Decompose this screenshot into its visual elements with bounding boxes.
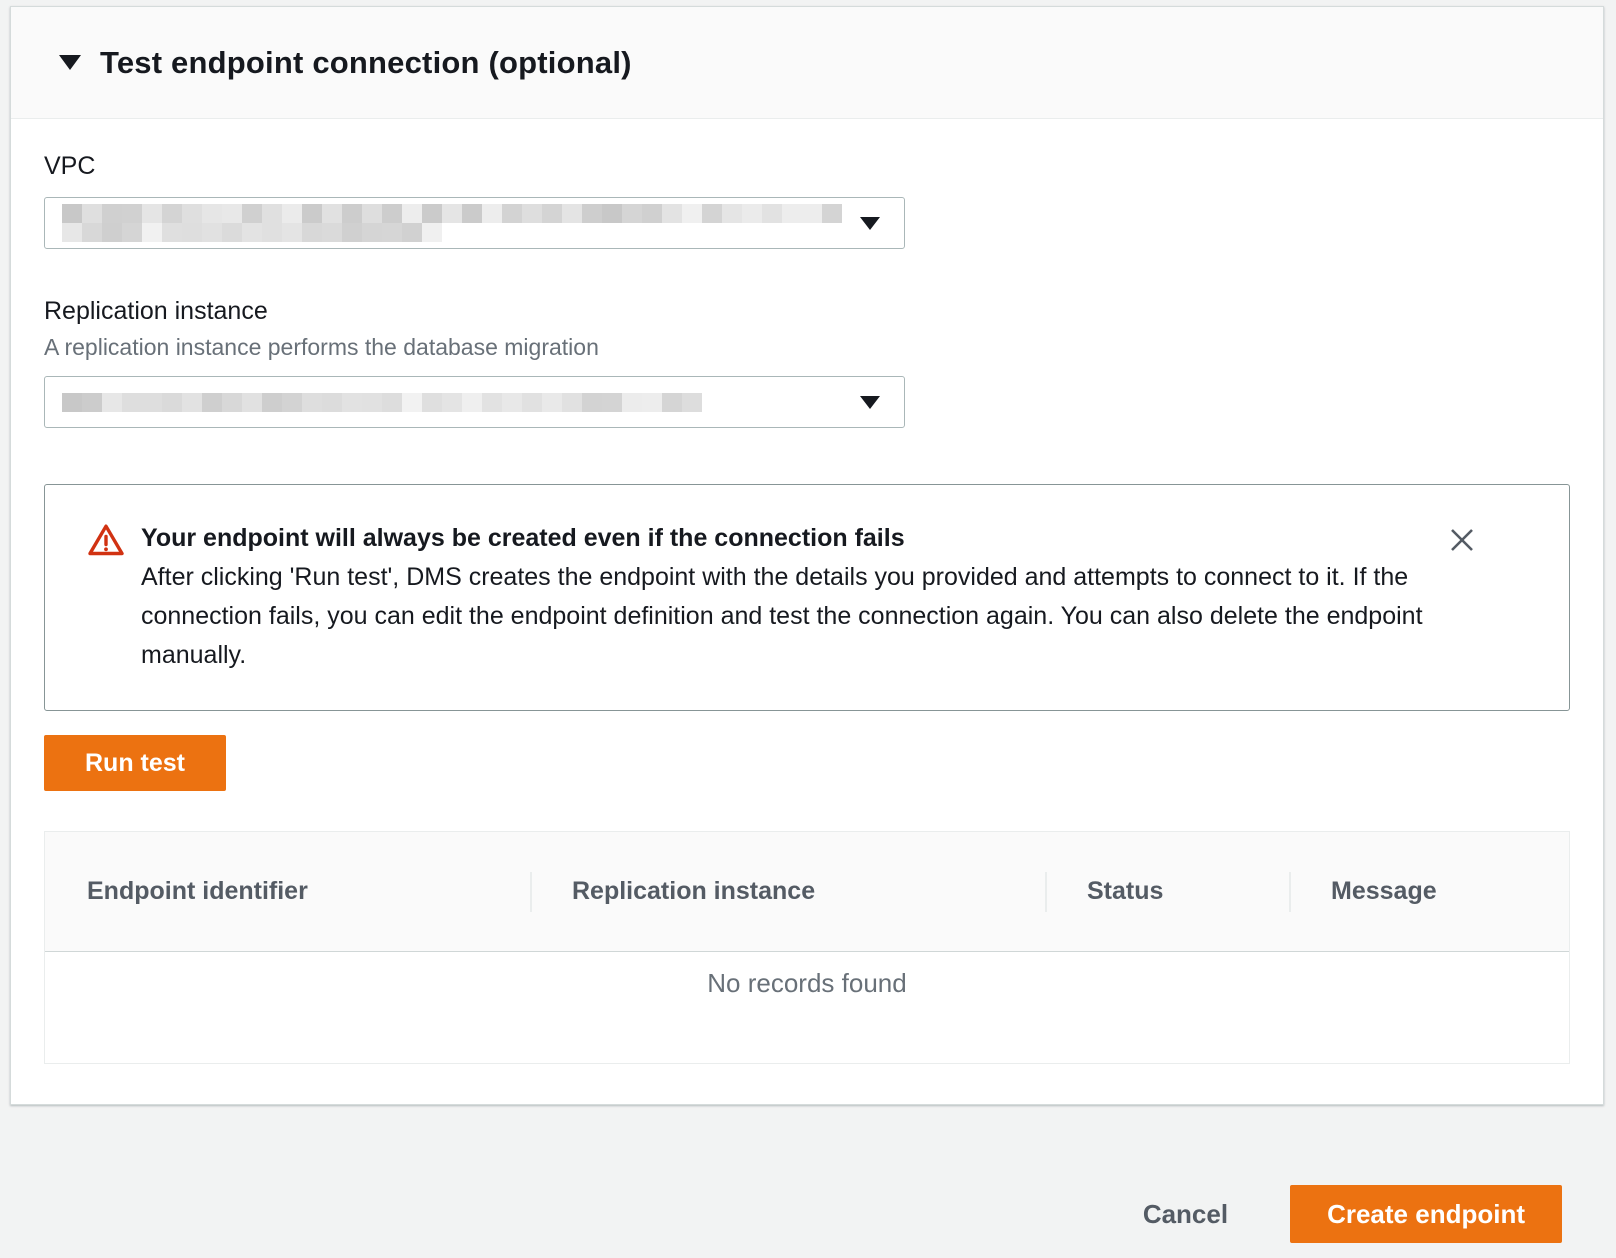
close-icon bbox=[1447, 525, 1477, 555]
alert-text: Your endpoint will always be created eve… bbox=[141, 519, 1437, 675]
replication-instance-label: Replication instance bbox=[44, 296, 1570, 327]
column-header-replication-instance: Replication instance bbox=[530, 832, 1045, 951]
section-title: Test endpoint connection (optional) bbox=[100, 45, 632, 81]
wizard-footer: Cancel Create endpoint bbox=[0, 1185, 1616, 1243]
vpc-label: VPC bbox=[44, 151, 1570, 182]
collapse-triangle-icon bbox=[59, 55, 81, 70]
vpc-field-group: VPC bbox=[44, 151, 1570, 249]
column-header-endpoint-identifier: Endpoint identifier bbox=[45, 832, 530, 951]
test-results-table: Endpoint identifier Replication instance… bbox=[44, 831, 1570, 1064]
table-header-row: Endpoint identifier Replication instance… bbox=[45, 832, 1569, 952]
empty-table-message: No records found bbox=[45, 952, 1569, 1063]
endpoint-warning-alert: Your endpoint will always be created eve… bbox=[44, 484, 1570, 711]
warning-triangle-icon bbox=[87, 523, 125, 562]
create-endpoint-button[interactable]: Create endpoint bbox=[1290, 1185, 1562, 1243]
alert-message: After clicking 'Run test', DMS creates t… bbox=[141, 558, 1437, 675]
run-test-button[interactable]: Run test bbox=[44, 735, 226, 791]
replication-instance-select[interactable] bbox=[44, 376, 905, 428]
cancel-button[interactable]: Cancel bbox=[1143, 1199, 1228, 1230]
replication-instance-field-group: Replication instance A replication insta… bbox=[44, 296, 1570, 428]
alert-title: Your endpoint will always be created eve… bbox=[141, 519, 1437, 558]
column-header-status: Status bbox=[1045, 832, 1289, 951]
section-header[interactable]: Test endpoint connection (optional) bbox=[11, 7, 1603, 119]
test-endpoint-section: Test endpoint connection (optional) VPC … bbox=[10, 6, 1604, 1105]
chevron-down-icon bbox=[860, 396, 880, 409]
vpc-redacted-value bbox=[62, 204, 860, 242]
section-body: VPC Replication instance A replication i… bbox=[11, 119, 1603, 1104]
alert-close-button[interactable] bbox=[1443, 521, 1481, 562]
replication-instance-description: A replication instance performs the data… bbox=[44, 333, 1570, 361]
chevron-down-icon bbox=[860, 217, 880, 230]
vpc-select[interactable] bbox=[44, 197, 905, 249]
replication-instance-redacted-value bbox=[62, 393, 702, 412]
column-header-message: Message bbox=[1289, 832, 1569, 951]
